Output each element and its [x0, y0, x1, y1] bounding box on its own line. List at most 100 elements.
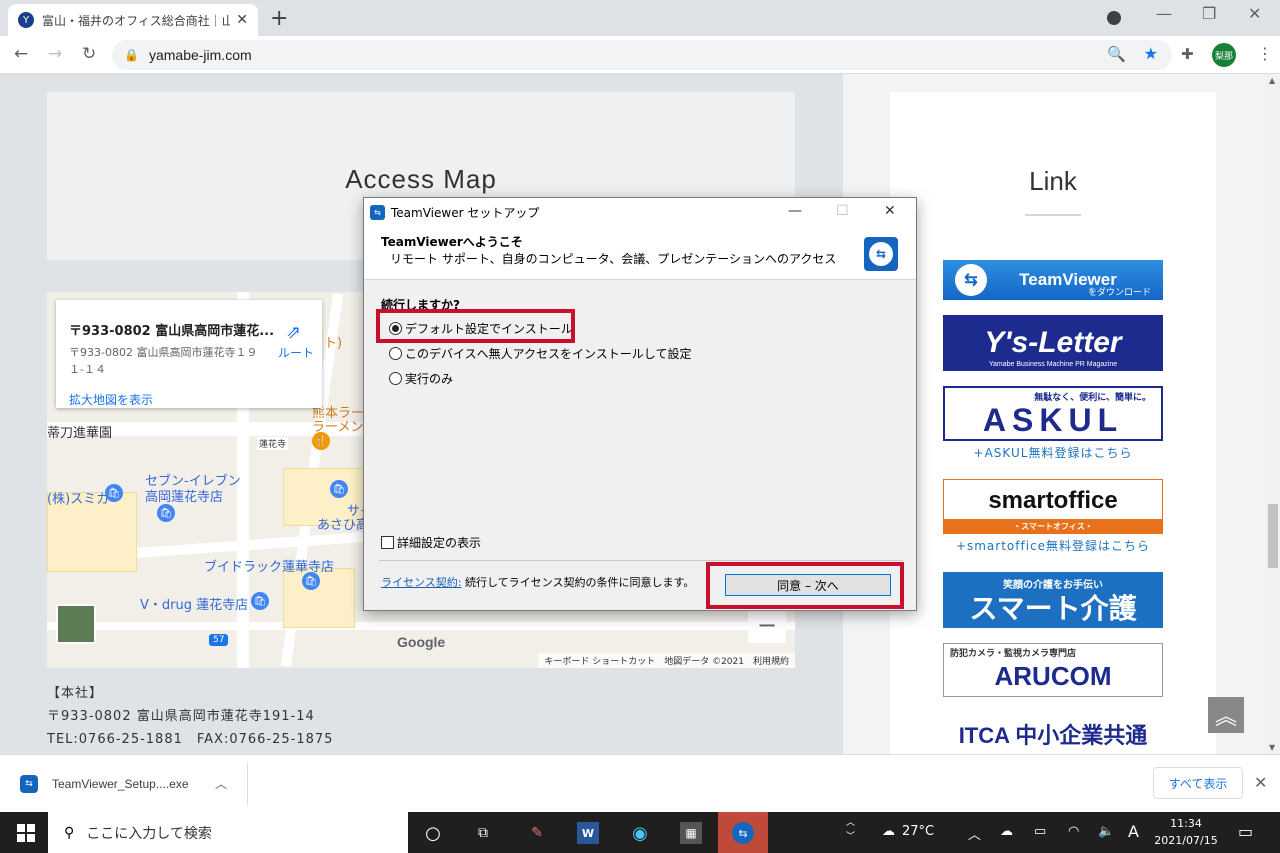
tray-overflow-icon[interactable]: ︿ ﹀	[846, 816, 855, 844]
kaigo-banner-text: スマート介護	[969, 593, 1137, 624]
directions-link[interactable]: ルート	[278, 344, 314, 361]
dialog-close-icon[interactable]: ✕	[884, 203, 896, 219]
ysletter-banner-link[interactable]: Y's-Letter Yamabe Business Machine PR Ma…	[943, 315, 1163, 371]
cortana-icon[interactable]: ○	[422, 822, 444, 844]
smartoffice-caption-link[interactable]: +smartoffice無料登録はこちら	[943, 537, 1163, 554]
advanced-settings-checkbox[interactable]: 詳細設定の表示	[381, 534, 481, 551]
download-bar-close-icon[interactable]: ✕	[1254, 773, 1267, 792]
satellite-toggle-button[interactable]	[56, 604, 96, 644]
tab-close-icon[interactable]: ✕	[236, 12, 248, 28]
route-shield: 57	[209, 634, 229, 646]
google-logo: Google	[397, 634, 446, 650]
teamviewer-logo-icon: ⇆	[955, 264, 987, 296]
page-scrollbar[interactable]: ▲ ▼	[1266, 74, 1280, 754]
new-tab-button[interactable]: +	[270, 6, 288, 31]
askul-caption-link[interactable]: +ASKUL無料登録はこちら	[943, 444, 1163, 461]
paint-app-icon[interactable]: ✎	[526, 822, 548, 844]
dialog-minimize-icon[interactable]: —	[788, 203, 802, 219]
radio-button[interactable]	[389, 347, 402, 360]
search-icon: ⚲	[64, 824, 75, 841]
windows-start-icon[interactable]	[17, 824, 35, 842]
chevron-up-icon[interactable]: ︿	[215, 775, 227, 792]
window-minimize-icon[interactable]: —	[1156, 4, 1172, 23]
browser-tab[interactable]: Y 富山・福井のオフィス総合商社｜山 ✕	[8, 4, 258, 36]
scroll-down-arrow-icon[interactable]: ▼	[1269, 743, 1275, 752]
address-line: 〒933-0802 富山県高岡市蓮花寺191-14	[47, 709, 315, 724]
scroll-to-top-button[interactable]: ︽	[1208, 697, 1244, 733]
calculator-app-icon[interactable]: ▦	[680, 822, 702, 844]
radio-run-only[interactable]: 実行のみ	[389, 370, 453, 387]
edge-browser-icon[interactable]: ◉	[629, 822, 651, 844]
window-close-icon[interactable]: ✕	[1248, 4, 1261, 23]
task-view-icon[interactable]: ⧉	[472, 822, 494, 844]
volume-icon[interactable]: 🔈	[1098, 824, 1114, 839]
map-restaurant-pin-icon[interactable]: 🍴	[312, 432, 330, 450]
smartoffice-banner-link[interactable]: smartoffice ・スマートオフィス・	[943, 479, 1163, 534]
onedrive-icon[interactable]: ☁	[1000, 824, 1013, 839]
radio-unattended-install[interactable]: このデバイスへ無人アクセスをインストールして設定	[389, 345, 691, 362]
scrollbar-thumb[interactable]	[1268, 504, 1278, 568]
taskbar-clock[interactable]: 11:34 2021/07/15	[1150, 815, 1222, 849]
itca-banner-text: ITCA 中小企業共通	[958, 723, 1148, 748]
scroll-up-arrow-icon[interactable]: ▲	[1269, 76, 1275, 85]
map-shop-pin-icon[interactable]: 🛍	[251, 592, 269, 610]
chrome-profile-icon[interactable]	[1107, 11, 1121, 25]
weather-icon[interactable]: ☁	[882, 824, 895, 839]
checkbox[interactable]	[381, 536, 394, 549]
itca-banner-link[interactable]: ITCA 中小企業共通	[943, 712, 1163, 754]
notification-center-icon[interactable]: ▭	[1238, 822, 1253, 841]
chrome-menu-icon[interactable]: ⋮	[1257, 44, 1273, 63]
taskbar-search-box[interactable]: ⚲ ここに入力して検索	[48, 812, 408, 853]
radio-label: このデバイスへ無人アクセスをインストールして設定	[405, 347, 692, 361]
map-zoom-out-button[interactable]: −	[748, 607, 786, 643]
teamviewer-taskbar-icon[interactable]: ⇆	[732, 822, 754, 844]
battery-icon[interactable]: ▭	[1034, 824, 1046, 839]
browser-tab-strip: Y 富山・福井のオフィス総合商社｜山 ✕ + — ❐ ✕	[0, 0, 1280, 36]
download-bar: ⇆ TeamViewer_Setup....exe ︿ すべて表示 ✕	[0, 754, 1280, 812]
profile-avatar[interactable]: 梨那	[1212, 43, 1236, 67]
ime-mode-indicator[interactable]: A	[1128, 822, 1139, 841]
dialog-title-bar[interactable]: ⇆ TeamViewer セットアップ — ☐ ✕	[364, 198, 916, 226]
license-agreement-link[interactable]: ライセンス契約:	[381, 576, 462, 589]
extensions-puzzle-icon[interactable]: ✚	[1181, 45, 1194, 63]
smart-kaigo-banner-link[interactable]: 笑顔の介護をお手伝い スマート介護	[943, 572, 1163, 628]
wifi-icon[interactable]: ◠	[1068, 824, 1079, 839]
show-hidden-icons-chevron-icon[interactable]: ︿	[968, 824, 981, 843]
teamviewer-file-icon: ⇆	[20, 775, 38, 793]
teamviewer-banner-link[interactable]: ⇆ TeamViewer をダウンロード	[943, 260, 1163, 300]
reload-icon[interactable]: ↻	[82, 44, 96, 64]
map-shop-pin-icon[interactable]: 🛍	[330, 480, 348, 498]
arucom-banner-link[interactable]: 防犯カメラ・監視カメラ専門店 ARUCOM	[943, 643, 1163, 697]
askul-banner-link[interactable]: 無駄なく、便利に、簡単に。 ASKUL	[943, 386, 1163, 441]
dialog-welcome: TeamViewerへようこそ	[381, 235, 523, 249]
download-item[interactable]: ⇆ TeamViewer_Setup....exe ︿	[8, 763, 248, 805]
bookmark-star-icon[interactable]: ★	[1144, 44, 1158, 63]
radio-button[interactable]	[389, 372, 402, 385]
map-shop-pin-icon[interactable]: 🛍	[105, 484, 123, 502]
window-restore-icon[interactable]: ❐	[1202, 4, 1216, 23]
map-place-card: 〒933-0802 富山県高岡市蓮花... 〒933-0802 富山県高岡市蓮花…	[56, 300, 322, 408]
address-line: TEL:0766-25-1881 FAX:0766-25-1875	[47, 732, 334, 747]
forward-arrow-icon[interactable]: →	[48, 44, 62, 64]
map-label: 蓮花寺	[257, 437, 289, 450]
checkbox-label: 詳細設定の表示	[397, 536, 482, 550]
map-place-name: 〒933-0802 富山県高岡市蓮花...	[69, 324, 275, 339]
map-attribution[interactable]: キーボード ショートカット 地図データ ©2021 利用規約	[538, 653, 795, 668]
url-text[interactable]: yamabe-jim.com	[149, 47, 252, 63]
directions-icon[interactable]: ⇗	[286, 322, 301, 343]
address-bar[interactable]: 🔒 yamabe-jim.com 🔍 ★	[112, 40, 1172, 70]
download-filename[interactable]: TeamViewer_Setup....exe	[52, 777, 189, 791]
dialog-maximize-icon[interactable]: ☐	[836, 203, 849, 219]
ysletter-banner-sub: Yamabe Business Machine PR Magazine	[988, 361, 1118, 368]
weather-temperature[interactable]: 27°C	[902, 824, 934, 839]
show-all-downloads-button[interactable]: すべて表示	[1153, 767, 1243, 799]
enlarge-map-link[interactable]: 拡大地図を表示	[69, 391, 153, 408]
word-app-icon[interactable]: W	[577, 822, 599, 844]
map-shop-pin-icon[interactable]: 🛍	[157, 504, 175, 522]
link-title-divider	[1025, 214, 1081, 216]
lock-icon[interactable]: 🔒	[124, 48, 139, 62]
map-shop-pin-icon[interactable]: 🛍	[302, 572, 320, 590]
zoom-icon[interactable]: 🔍	[1107, 45, 1126, 63]
teamviewer-logo-icon: ⇆	[864, 237, 898, 271]
back-arrow-icon[interactable]: ←	[14, 44, 28, 64]
